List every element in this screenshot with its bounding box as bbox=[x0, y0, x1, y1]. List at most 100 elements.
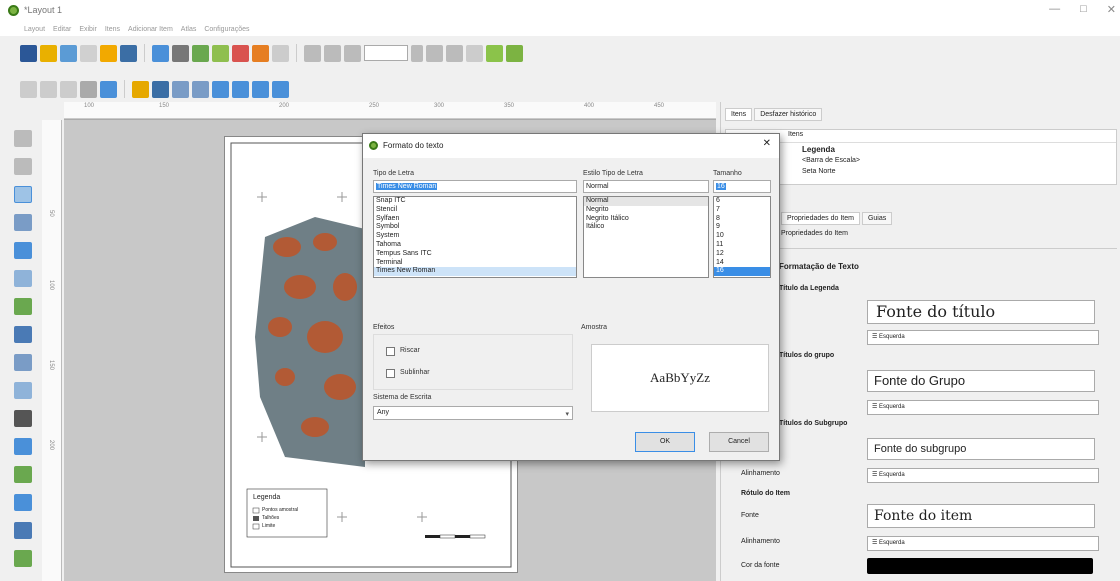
tree-item-barra-escala[interactable]: <Barra de Escala> bbox=[802, 157, 860, 164]
list-item[interactable]: 6 bbox=[714, 197, 770, 206]
tab-propriedades-item[interactable]: Propriedades do Item bbox=[781, 212, 860, 225]
list-item[interactable]: Negrito bbox=[584, 206, 708, 215]
item-font-button[interactable]: Fonte do item bbox=[867, 504, 1095, 528]
add-arrow-icon[interactable] bbox=[14, 438, 32, 455]
list-item[interactable]: 9 bbox=[714, 223, 770, 232]
save-template-icon[interactable] bbox=[120, 44, 137, 62]
minimize-icon[interactable]: — bbox=[1049, 3, 1060, 16]
group-icon[interactable] bbox=[172, 80, 189, 98]
list-item[interactable]: Tahoma bbox=[374, 241, 576, 250]
tab-itens[interactable]: Itens bbox=[725, 108, 753, 121]
list-item[interactable]: Tempus Sans ITC bbox=[374, 250, 576, 259]
title-align-select[interactable]: ☰ Esquerda bbox=[867, 330, 1099, 345]
distribute-icon[interactable] bbox=[252, 80, 269, 98]
atlas-settings-icon[interactable] bbox=[506, 44, 523, 62]
add-html-icon[interactable] bbox=[14, 550, 32, 567]
add-picture-icon[interactable] bbox=[14, 326, 32, 343]
move-content-icon[interactable] bbox=[14, 214, 32, 231]
save-icon[interactable] bbox=[20, 44, 37, 62]
strike-checkbox[interactable] bbox=[386, 347, 395, 356]
add-legend-icon[interactable] bbox=[14, 382, 32, 399]
style-list[interactable]: Normal Negrito Negrito Itálico Itálico bbox=[583, 196, 709, 278]
atlas-last-icon[interactable] bbox=[446, 44, 463, 62]
close-icon[interactable]: ✕ bbox=[763, 138, 771, 149]
atlas-export-icon[interactable] bbox=[486, 44, 503, 62]
pan-icon[interactable] bbox=[14, 130, 32, 147]
resize-icon[interactable] bbox=[272, 80, 289, 98]
menu-layout[interactable]: Layout bbox=[24, 26, 45, 33]
list-item[interactable]: Negrito Itálico bbox=[584, 215, 708, 224]
list-item[interactable]: Terminal bbox=[374, 259, 576, 268]
duplicate-layout-icon[interactable] bbox=[60, 44, 77, 62]
layout-manager-icon[interactable] bbox=[80, 44, 97, 62]
item-align-select[interactable]: ☰ Esquerda bbox=[867, 536, 1099, 551]
font-input[interactable]: Times New Roman bbox=[373, 180, 577, 193]
list-item[interactable]: 10 bbox=[714, 232, 770, 241]
subgroup-font-button[interactable]: Fonte do subgrupo bbox=[867, 438, 1095, 460]
refresh-icon[interactable] bbox=[100, 80, 117, 98]
menu-configuracoes[interactable]: Configurações bbox=[204, 26, 249, 33]
tab-guias[interactable]: Guias bbox=[861, 212, 893, 225]
zoom-full-icon[interactable] bbox=[80, 80, 97, 98]
list-item-selected[interactable]: Times New Roman bbox=[374, 267, 576, 277]
title-font-button[interactable]: Fonte do título bbox=[867, 300, 1095, 324]
zoom-tool-icon[interactable] bbox=[14, 158, 32, 175]
size-list[interactable]: 6 7 8 9 10 11 12 14 16 bbox=[713, 196, 771, 278]
zoom-out-icon[interactable] bbox=[40, 80, 57, 98]
zoom-actual-icon[interactable] bbox=[60, 80, 77, 98]
list-item-selected[interactable]: 16 bbox=[714, 267, 770, 277]
add-table-icon[interactable] bbox=[14, 522, 32, 539]
redo-icon[interactable] bbox=[272, 44, 289, 62]
raise-icon[interactable] bbox=[212, 80, 229, 98]
close-window-icon[interactable]: ✕ bbox=[1107, 3, 1116, 16]
list-item[interactable]: Snap ITC bbox=[374, 197, 576, 206]
tree-item-legenda[interactable]: Legenda bbox=[802, 145, 835, 154]
lock-items-icon[interactable] bbox=[132, 80, 149, 98]
subgroup-align-select[interactable]: ☰ Esquerda bbox=[867, 468, 1099, 483]
menu-atlas[interactable]: Atlas bbox=[181, 26, 197, 33]
atlas-page-input[interactable] bbox=[364, 45, 408, 61]
text-format-header[interactable]: Formatação de Texto bbox=[779, 262, 859, 271]
list-item-selected[interactable]: Normal bbox=[584, 197, 708, 206]
page-setup-icon[interactable] bbox=[152, 44, 169, 62]
list-item[interactable]: Sylfaen bbox=[374, 215, 576, 224]
style-input[interactable]: Normal bbox=[583, 180, 709, 193]
export-pdf-icon[interactable] bbox=[232, 44, 249, 62]
list-item[interactable]: 12 bbox=[714, 250, 770, 259]
undo-icon[interactable] bbox=[252, 44, 269, 62]
add-label-icon[interactable] bbox=[14, 354, 32, 371]
tree-item-seta-norte[interactable]: Seta Norte bbox=[802, 168, 835, 175]
atlas-print-icon[interactable] bbox=[466, 44, 483, 62]
cancel-button[interactable]: Cancel bbox=[709, 432, 769, 452]
select-tool-icon[interactable] bbox=[14, 186, 32, 203]
atlas-prev-icon[interactable] bbox=[344, 44, 361, 62]
export-svg-icon[interactable] bbox=[212, 44, 229, 62]
menu-exibir[interactable]: Exibir bbox=[79, 26, 97, 33]
menu-adicionar-item[interactable]: Adicionar Item bbox=[128, 26, 173, 33]
add-node-icon[interactable] bbox=[14, 494, 32, 511]
atlas-toggle-icon[interactable] bbox=[304, 44, 321, 62]
add-map-icon[interactable] bbox=[14, 270, 32, 287]
underline-checkbox[interactable] bbox=[386, 369, 395, 378]
list-item[interactable]: System bbox=[374, 232, 576, 241]
size-input[interactable]: 16 bbox=[713, 180, 771, 193]
group-align-select[interactable]: ☰ Esquerda bbox=[867, 400, 1099, 415]
list-item[interactable]: Stencil bbox=[374, 206, 576, 215]
list-item[interactable]: Symbol bbox=[374, 223, 576, 232]
list-item[interactable]: 7 bbox=[714, 206, 770, 215]
writing-system-select[interactable]: Any ▾ bbox=[373, 406, 573, 420]
list-item[interactable]: 14 bbox=[714, 259, 770, 268]
menu-editar[interactable]: Editar bbox=[53, 26, 71, 33]
unlock-items-icon[interactable] bbox=[152, 80, 169, 98]
maximize-icon[interactable]: □ bbox=[1080, 3, 1087, 16]
list-item[interactable]: Itálico bbox=[584, 223, 708, 232]
list-item[interactable]: 8 bbox=[714, 215, 770, 224]
ungroup-icon[interactable] bbox=[192, 80, 209, 98]
add-scalebar-icon[interactable] bbox=[14, 410, 32, 427]
export-image-icon[interactable] bbox=[192, 44, 209, 62]
font-list[interactable]: Snap ITC Stencil Sylfaen Symbol System T… bbox=[373, 196, 577, 278]
list-item[interactable]: 11 bbox=[714, 241, 770, 250]
new-layout-icon[interactable] bbox=[40, 44, 57, 62]
zoom-in-icon[interactable] bbox=[20, 80, 37, 98]
atlas-next-icon[interactable] bbox=[426, 44, 443, 62]
